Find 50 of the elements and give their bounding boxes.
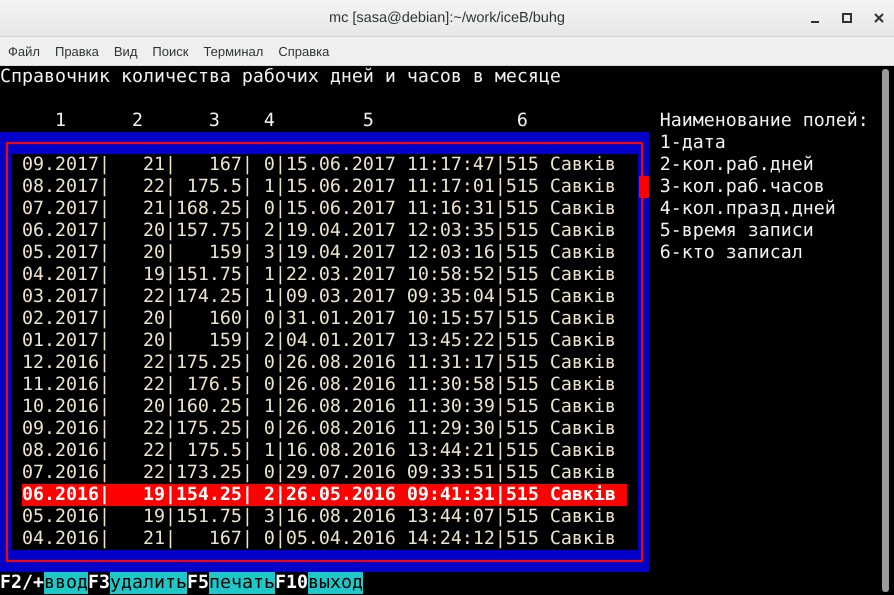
column-number: 6 <box>516 110 528 132</box>
list-row[interactable]: 03.2017| 22|174.25| 1|09.03.2017 09:35:04|515 Савків <box>22 286 627 308</box>
list-row[interactable]: 04.2016| 21| 167| 0|05.04.2016 14:24:12|515 Савків <box>22 528 627 550</box>
function-key-button[interactable]: выход <box>308 572 363 594</box>
list-row[interactable]: 05.2017| 20| 159| 3|19.04.2017 12:03:16|515 Савків <box>22 242 627 264</box>
list-row[interactable]: 02.2017| 20| 160| 0|31.01.2017 10:15:57|515 Савків <box>22 308 627 330</box>
menu-item[interactable]: Справка <box>278 42 330 60</box>
function-key-button[interactable]: удалить <box>110 572 187 594</box>
function-key-button[interactable]: ввод <box>44 572 88 594</box>
menu-item[interactable]: Правка <box>54 42 99 60</box>
list-row[interactable]: 07.2017| 21|168.25| 0|15.06.2017 11:16:31|515 Савків <box>22 198 627 220</box>
column-number: 5 <box>362 110 374 132</box>
key-label: F10 <box>274 572 308 594</box>
menu-item[interactable]: Файл <box>8 42 40 60</box>
menu-item[interactable]: Терминал <box>203 42 264 60</box>
legend-item: 1-дата <box>660 132 727 154</box>
legend-item: 3-кол.раб.часов <box>660 176 826 198</box>
column-number: 3 <box>208 110 220 132</box>
list-row[interactable]: 06.2017| 20|157.75| 2|19.04.2017 12:03:35|515 Савків <box>22 220 627 242</box>
list-row[interactable]: 09.2016| 22|175.25| 0|26.08.2016 11:29:30|515 Савків <box>22 418 627 440</box>
key-label: F5 <box>186 572 209 594</box>
legend-item: 4-кол.празд.дней <box>660 198 837 220</box>
legend-item: 5-время записи <box>660 220 815 242</box>
menu-item[interactable]: Вид <box>114 42 138 60</box>
list-row[interactable]: 08.2017| 22| 175.5| 1|15.06.2017 11:17:01|515 Савків <box>22 176 627 198</box>
key-label: F3 <box>88 572 110 594</box>
function-key-button[interactable]: печать <box>208 572 275 594</box>
maximize-icon[interactable] <box>840 11 854 25</box>
column-number: 1 <box>54 110 66 132</box>
list-row[interactable]: 08.2016| 22| 175.5| 1|16.08.2016 13:44:21|515 Савків <box>22 440 627 462</box>
screen-heading: Справочник количества рабочих дней и часов в месяце <box>0 66 561 88</box>
list-row[interactable]: 06.2016| 19|154.25| 2|26.05.2016 09:41:31|515 Савків <box>22 484 627 506</box>
list-row[interactable]: 07.2016| 22|173.25| 0|29.07.2016 09:33:51|515 Савків <box>22 462 627 484</box>
key-label: F2/+ <box>0 572 44 594</box>
list-row[interactable]: 10.2016| 20|160.25| 1|26.08.2016 11:30:39|515 Савків <box>22 396 627 418</box>
legend-title: Наименование полей: <box>660 110 869 132</box>
close-icon[interactable] <box>872 11 886 25</box>
list-row[interactable]: 05.2016| 19|151.75| 3|16.08.2016 13:44:07|515 Савків <box>22 506 627 528</box>
list-row[interactable]: 12.2016| 22|175.25| 0|26.08.2016 11:31:17|515 Савків <box>22 352 627 374</box>
column-number: 4 <box>264 110 275 132</box>
window-title: mc [sasa@debian]:~/work/iceB/buhg <box>329 10 565 26</box>
column-number: 2 <box>132 110 143 132</box>
menu-item[interactable]: Поиск <box>152 42 188 60</box>
legend-item: 6-кто записал <box>660 242 804 264</box>
list-row[interactable]: 09.2017| 21| 167| 0|15.06.2017 11:17:47|515 Савків <box>22 154 627 176</box>
legend-item: 2-кол.раб.дней <box>660 154 815 176</box>
list-row[interactable]: 11.2016| 22| 176.5| 0|26.08.2016 11:30:58|515 Савків <box>22 374 627 396</box>
list-row[interactable]: 04.2017| 19|151.75| 1|22.03.2017 10:58:52|515 Савків <box>22 264 627 286</box>
list-row[interactable]: 01.2017| 20| 159| 2|04.01.2017 13:45:22|515 Савків <box>22 330 627 352</box>
scrollbar[interactable] <box>882 69 889 592</box>
